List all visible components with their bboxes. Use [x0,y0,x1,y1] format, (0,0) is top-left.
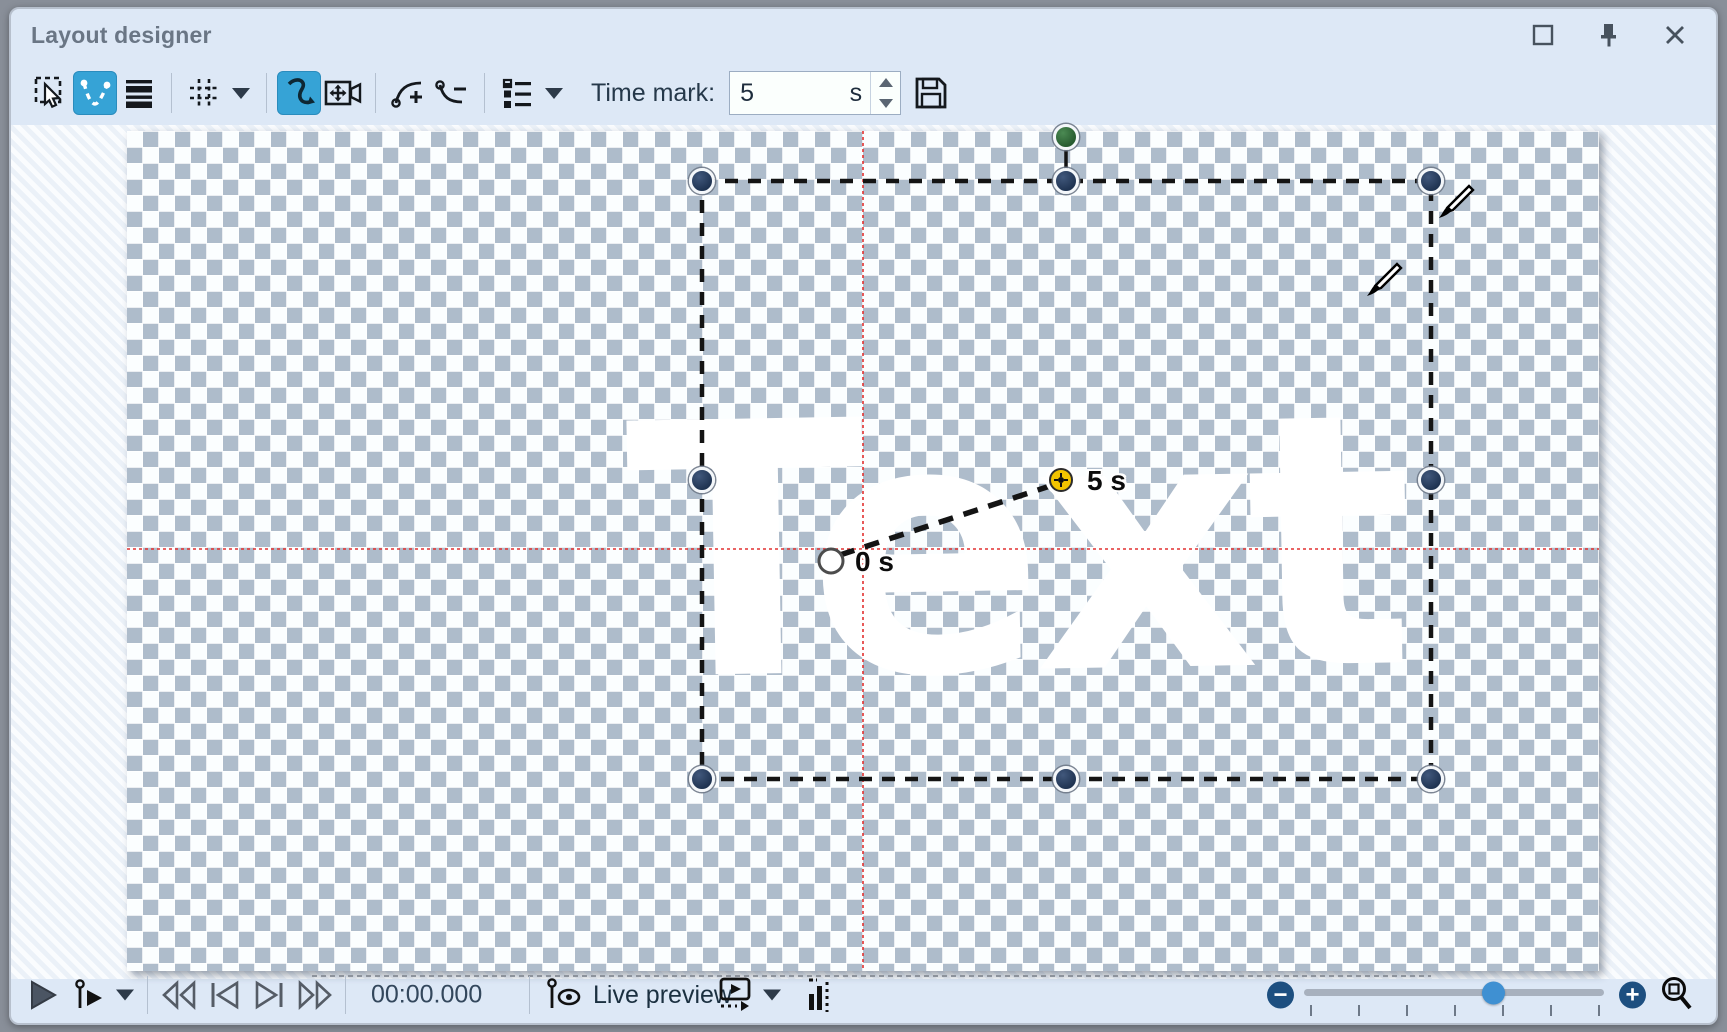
fast-forward-button[interactable] [295,979,335,1011]
zoom-slider-track[interactable] [1304,989,1604,996]
rotation-handle[interactable] [1053,124,1079,150]
play-from-time-mark-button[interactable] [73,978,109,1012]
grid-button[interactable] [182,71,226,115]
motion-path-icon [281,75,317,111]
maximize-icon [1532,24,1554,46]
list-dropdown-arrow[interactable] [545,88,563,99]
brush-cursor-icon [1363,261,1403,301]
time-display: 00:00.000 [371,981,482,1010]
time-mark-field: s [729,71,901,115]
zoom-out-button[interactable]: − [1267,982,1294,1009]
camera-pan-icon [323,75,363,111]
next-keyframe-button[interactable] [251,979,287,1011]
grid-icon [186,75,222,111]
play-options-dropdown-arrow[interactable] [116,990,134,1001]
select-tool-icon [33,75,69,111]
pin-icon [1598,23,1620,47]
close-button[interactable] [1662,22,1688,48]
bars-icon [805,976,837,1014]
keyframe-start-label: 0 s [855,546,894,578]
layers-icon [121,75,157,111]
preview-options-dropdown-arrow[interactable] [763,990,781,1001]
zoom-slider-ticks [1310,1005,1600,1016]
keyframe-crosshair-icon [1054,473,1068,487]
toolbar-separator [171,73,172,113]
pin-button[interactable] [1596,22,1622,48]
preview-window-icon [717,976,757,1014]
toolbar-separator [484,73,485,113]
close-icon [1664,24,1686,46]
layout-designer-window: Layout designer [9,7,1718,1025]
remove-keyframe-button[interactable] [430,71,474,115]
resize-handle-bottom-center[interactable] [1053,766,1079,792]
maximize-button[interactable] [1530,22,1556,48]
zoom-in-button[interactable]: + [1619,982,1646,1009]
play-from-mark-icon [73,978,109,1012]
transport-bar: 00:00.000 Live preview [11,967,1716,1023]
skip-to-end-icon [251,979,287,1011]
play-icon [27,979,59,1011]
curve-editor-icon [77,75,113,111]
play-button[interactable] [27,979,59,1011]
keyframe-list-button[interactable] [495,71,539,115]
save-button[interactable] [909,71,953,115]
keyframe-start-marker[interactable] [818,548,845,575]
grid-dropdown-arrow[interactable] [232,88,250,99]
rewind-button[interactable] [159,979,199,1011]
toolbar-separator [266,73,267,113]
keyframe-end-marker[interactable] [1049,468,1073,492]
window-title: Layout designer [31,22,212,49]
bar-separator [147,976,148,1014]
layers-order-button[interactable] [117,71,161,115]
bar-separator [529,976,530,1014]
zoom-slider-thumb[interactable] [1482,981,1505,1004]
zoom-to-fit-icon [1659,975,1699,1015]
preview-window-button[interactable] [717,976,757,1014]
resize-handle-bottom-right[interactable] [1418,766,1444,792]
toolbar-separator [375,73,376,113]
spin-up-icon [879,78,893,87]
time-mark-spin-up[interactable] [871,72,900,93]
toolbar: Time mark: s [11,61,1716,125]
add-keyframe-icon [390,75,426,111]
keyframe-end-label: 5 s [1087,465,1126,497]
rewind-icon [159,979,199,1011]
select-tool-button[interactable] [29,71,73,115]
resize-handle-top-center[interactable] [1053,168,1079,194]
curve-editor-tool-button[interactable] [73,71,117,115]
time-mark-input[interactable] [730,79,816,108]
remove-keyframe-icon [434,75,470,111]
titlebar: Layout designer [11,9,1716,61]
spin-down-icon [879,99,893,108]
text-object[interactable]: Text [624,366,1405,729]
workspace: Text 0 s [11,125,1716,979]
resize-handle-top-left[interactable] [689,168,715,194]
skip-to-start-icon [207,979,243,1011]
time-mark-label: Time mark: [591,79,715,108]
bar-separator [345,976,346,1014]
list-icon [499,75,535,111]
previous-keyframe-button[interactable] [207,979,243,1011]
resize-handle-bottom-left[interactable] [689,766,715,792]
performance-monitor-button[interactable] [805,976,837,1014]
motion-path-tool-button[interactable] [277,71,321,115]
save-icon [912,74,950,112]
live-preview-eye-icon [545,977,583,1013]
live-preview-toggle[interactable]: Live preview [545,977,732,1013]
fast-forward-icon [295,979,335,1011]
time-mark-spin-down[interactable] [871,93,900,114]
brush-cursor-icon [1435,183,1475,223]
resize-handle-mid-left[interactable] [689,467,715,493]
time-mark-unit: s [850,79,863,108]
add-keyframe-button[interactable] [386,71,430,115]
zoom-to-fit-button[interactable] [1659,975,1699,1015]
camera-pan-button[interactable] [321,71,365,115]
resize-handle-mid-right[interactable] [1418,467,1444,493]
live-preview-label: Live preview [593,981,732,1010]
